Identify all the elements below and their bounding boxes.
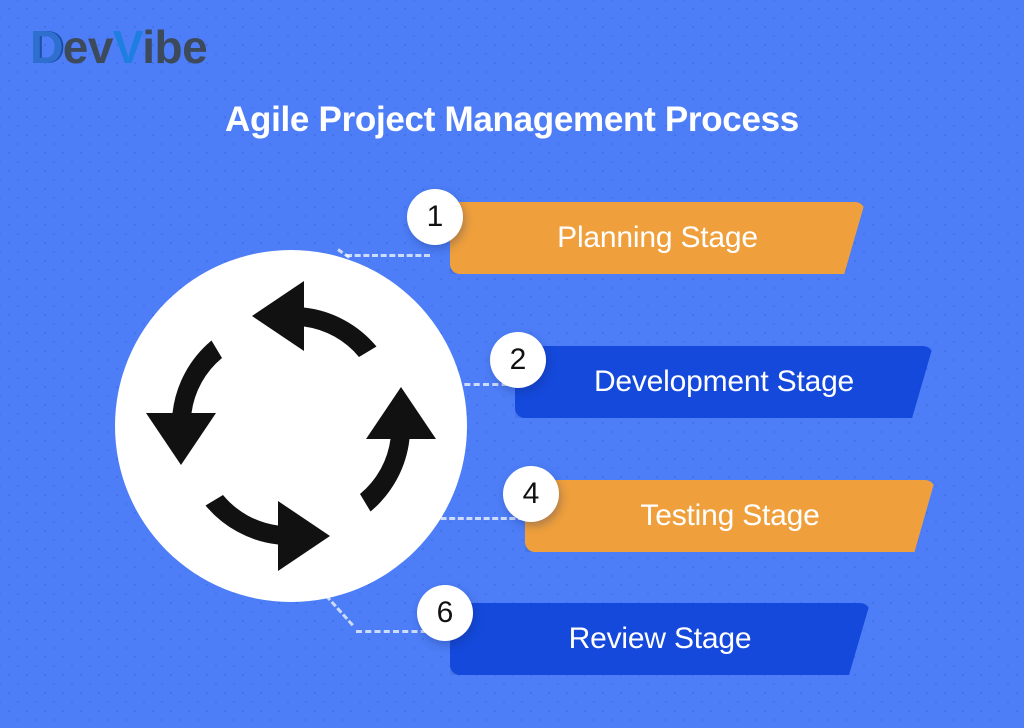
logo-letter-v: V <box>112 21 143 73</box>
stage-number-badge-1: 1 <box>407 189 463 245</box>
stage-number-4: 4 <box>522 477 540 510</box>
stage-banner-1[interactable]: Planning Stage <box>450 202 865 274</box>
cycle-arrow-bottom-left <box>205 495 330 571</box>
cycle-arrow-bottom-right <box>360 387 436 512</box>
infographic-canvas: DevVibe Agile Project Management Process <box>0 0 1024 728</box>
stage-banner-4[interactable]: Testing Stage <box>525 480 935 552</box>
stage-label-4: Testing Stage <box>640 499 820 532</box>
stage-banner-2[interactable]: Development Stage <box>515 346 933 418</box>
stage-row-6: Review Stage 6 <box>417 585 870 675</box>
devvibe-logo[interactable]: DevVibe <box>30 21 208 73</box>
logo-text-ev: ev <box>62 21 114 73</box>
stage-label-1: Planning Stage <box>557 221 758 254</box>
stage-number-6: 6 <box>436 596 454 629</box>
cycle-diagram <box>115 250 467 602</box>
cycle-arrow-top-left <box>146 340 222 465</box>
stage-row-1: Planning Stage 1 <box>407 189 865 274</box>
stage-number-badge-6: 6 <box>417 585 473 641</box>
cycle-arrow-top-right <box>252 281 377 357</box>
stage-label-6: Review Stage <box>568 622 752 655</box>
stage-label-2: Development Stage <box>593 365 855 398</box>
stage-row-2: Development Stage 2 <box>490 332 933 418</box>
stage-number-badge-4: 4 <box>503 466 559 522</box>
stage-number-1: 1 <box>426 200 444 233</box>
stage-row-4: Testing Stage 4 <box>503 466 935 552</box>
stage-number-badge-2: 2 <box>490 332 546 388</box>
stage-banner-6[interactable]: Review Stage <box>450 603 870 675</box>
stage-number-2: 2 <box>509 343 527 376</box>
logo-letter-d: D <box>30 21 63 73</box>
logo-text-ibe: ibe <box>142 21 208 73</box>
page-title: Agile Project Management Process <box>225 100 799 139</box>
circular-arrows-cycle-icon <box>146 281 436 571</box>
